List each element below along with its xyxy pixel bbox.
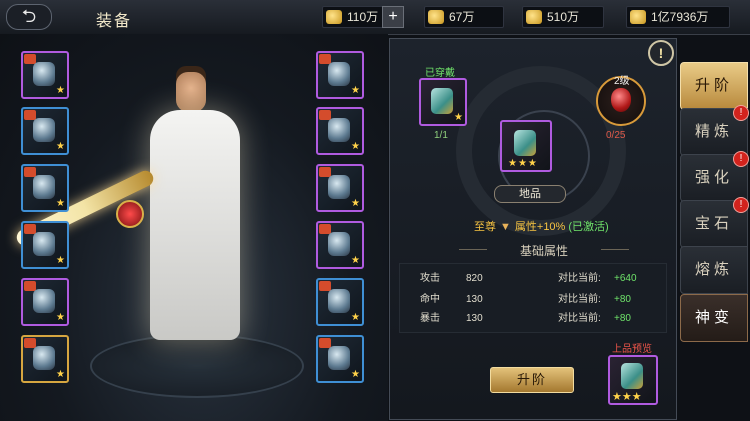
gold-ingot-icon [326, 10, 342, 24]
star-icon: ★ [56, 255, 65, 266]
section-title: 基础属性 [459, 242, 629, 259]
silver-bag-icon [630, 10, 646, 24]
equip-slot-ring-1[interactable]: ★ [316, 221, 364, 269]
sword-icon [431, 88, 453, 114]
resource-coin: 510万 [522, 6, 604, 28]
star-icon: ★ [56, 369, 65, 380]
star-icon: ★ [351, 198, 360, 209]
sword-icon [514, 130, 536, 156]
preview-stars: ★★★ [612, 391, 642, 403]
equip-slot-belt[interactable]: ★ [21, 164, 69, 212]
bangle-icon [328, 289, 350, 313]
target-item-slot[interactable]: ★★★ [500, 120, 552, 172]
tab-smelt[interactable]: 熔炼 [680, 246, 748, 294]
equip-slot-helmet[interactable]: ★ [21, 51, 69, 99]
star-icon: ★ [56, 312, 65, 323]
star-icon: ★ [351, 312, 360, 323]
preview-item-slot[interactable]: ★★★ [608, 355, 658, 405]
star-icon: ★ [56, 141, 65, 152]
star-icon: ★ [56, 198, 65, 209]
alert-icon: ! [733, 105, 749, 121]
character-platform [90, 334, 304, 398]
back-arrow-icon: ⮌ [21, 6, 37, 26]
ring-icon [328, 232, 350, 256]
tab-upgrade[interactable]: 升阶 [680, 62, 748, 110]
equip-slot-chest[interactable]: ★ [21, 221, 69, 269]
back-button[interactable]: ⮌ [6, 4, 52, 30]
star-icon: ★ [351, 85, 360, 96]
material-count: 1/1 [434, 130, 448, 141]
grade-label: 地品 [494, 185, 566, 203]
pants-icon [33, 289, 55, 313]
info-button[interactable]: ! [648, 40, 674, 66]
stone-count: 0/25 [606, 130, 626, 141]
material-equipment-slot[interactable]: ★ [419, 78, 467, 126]
star-icon: ★ [351, 141, 360, 152]
equip-slot-necklace[interactable]: ★ [316, 107, 364, 155]
bound-gold-icon [428, 10, 444, 24]
star-icon: ★ [351, 369, 360, 380]
shoulder-armor-icon [33, 118, 55, 142]
bracer-icon [328, 62, 350, 86]
stat-row: 暴击 130 对比当前: +80 [420, 313, 631, 324]
stone-level: 2级 [614, 76, 630, 87]
equip-slot-amulet[interactable]: ★ [316, 164, 364, 212]
equip-slot-shoulder[interactable]: ★ [21, 107, 69, 155]
red-gem-icon [611, 88, 631, 112]
tab-transform[interactable]: 神变 [680, 294, 748, 342]
equip-slot-ring-2[interactable]: ★ [316, 278, 364, 326]
equip-slot-bracer[interactable]: ★ [316, 51, 364, 99]
belt-icon [33, 175, 55, 199]
sword-icon [621, 363, 643, 389]
amulet-icon [328, 175, 350, 199]
alert-icon: ! [733, 151, 749, 167]
star-icon: ★ [454, 112, 463, 123]
alert-icon: ! [733, 197, 749, 213]
page-title: 装备 [96, 13, 133, 30]
character-head [176, 72, 206, 112]
equip-slot-weapon[interactable]: ★ [21, 335, 69, 383]
necklace-icon [328, 118, 350, 142]
resource-silver: 1亿7936万 [626, 6, 730, 28]
tier-bonus: 至尊 ▼ 属性+10% (已激活) [474, 221, 609, 233]
equipped-label: 已穿戴 [425, 68, 455, 79]
equip-slot-pants[interactable]: ★ [21, 278, 69, 326]
resource-bound-gold: 67万 [424, 6, 504, 28]
helmet-icon [33, 62, 55, 86]
chest-armor-icon [33, 232, 55, 256]
star-icon: ★ [351, 255, 360, 266]
talisman-icon [328, 346, 350, 370]
stat-row: 攻击 820 对比当前: +640 [420, 273, 637, 284]
equip-slot-talisman[interactable]: ★ [316, 335, 364, 383]
weapon-gem [116, 200, 144, 228]
character-model[interactable] [150, 110, 240, 340]
stats-table: 攻击 820 对比当前: +640 命中 130 对比当前: +80 暴击 13… [399, 263, 667, 333]
top-bar: ⮌ 装备 110万 + 67万 510万 1亿7936万 [0, 0, 750, 35]
preview-label: 上品预览 [612, 344, 652, 355]
tab-enhance[interactable]: 强化! [680, 151, 749, 202]
star-icon: ★ [56, 85, 65, 96]
upgrade-button[interactable]: 升阶 [490, 367, 574, 393]
add-currency-button[interactable]: + [382, 6, 404, 28]
stat-row: 命中 130 对比当前: +80 [420, 294, 631, 305]
coin-icon [526, 10, 542, 24]
tab-refine[interactable]: 精炼! [680, 105, 749, 156]
item-stars: ★★★ [508, 158, 538, 169]
tier-v-icon: ▼ [500, 221, 511, 233]
sword-icon [33, 346, 55, 370]
tab-gem[interactable]: 宝石! [680, 197, 749, 248]
